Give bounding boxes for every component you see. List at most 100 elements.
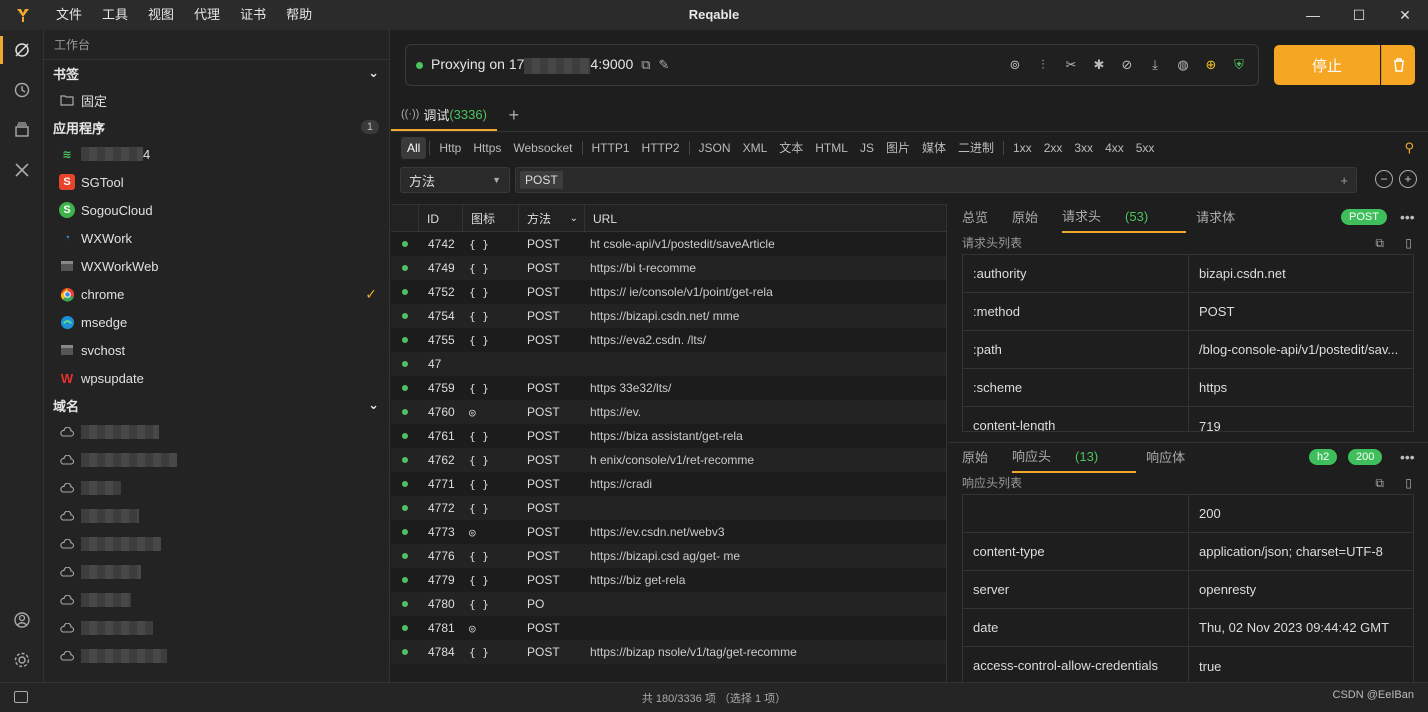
table-row[interactable]: 4755 { } POST https://eva2.csdn. /lts/ xyxy=(391,328,946,352)
table-row[interactable]: 4779 { } POST https://biz get-rela xyxy=(391,568,946,592)
apps-section[interactable]: 应用程序 1 xyxy=(44,114,389,140)
tab-request-headers[interactable]: 请求头 (53) xyxy=(1062,203,1187,233)
menu-tools[interactable]: 工具 xyxy=(92,0,138,30)
filter-6[interactable]: JSON xyxy=(693,137,737,159)
debug-icon[interactable]: ✱ xyxy=(1090,56,1108,74)
rewrite-icon[interactable]: ✂ xyxy=(1062,56,1080,74)
app-item[interactable]: S SogouCloud xyxy=(44,196,389,224)
header-row[interactable]: date Thu, 02 Nov 2023 09:44:42 GMT xyxy=(963,608,1413,647)
copy-icon[interactable]: ⧉ xyxy=(1375,472,1384,494)
filter-input[interactable]: POST + xyxy=(515,167,1357,193)
table-row[interactable]: 4784 { } POST https://bizap nsole/v1/tag/ge… xyxy=(391,640,946,664)
remove-filter-icon[interactable]: − xyxy=(1375,170,1393,188)
breakpoint-icon[interactable]: ⫶ xyxy=(1034,56,1052,74)
tab-request-body[interactable]: 请求体 xyxy=(1196,204,1249,232)
filter-8[interactable]: 文本 xyxy=(773,137,809,159)
search-icon[interactable]: ⚲ xyxy=(1404,140,1414,156)
filter-1[interactable]: Http xyxy=(433,137,467,159)
app-item[interactable]: W wpsupdate xyxy=(44,364,389,392)
filter-chip[interactable]: POST xyxy=(520,171,563,189)
header-row[interactable]: :scheme https xyxy=(963,368,1413,407)
domain-item[interactable] xyxy=(44,586,389,614)
filter-4[interactable]: HTTP1 xyxy=(586,137,636,159)
table-row[interactable]: 4781 ◎ POST xyxy=(391,616,946,640)
menu-view[interactable]: 视图 xyxy=(138,0,184,30)
table-row[interactable]: 4762 { } POST h enix/console/v1/ret-recomme xyxy=(391,448,946,472)
tab-response-raw[interactable]: 原始 xyxy=(962,444,1002,472)
trash-icon[interactable] xyxy=(1381,45,1415,85)
shield-icon[interactable]: ⛨ xyxy=(1230,56,1248,74)
app-item[interactable]: ≋ 4 xyxy=(44,140,389,168)
more-icon[interactable]: ••• xyxy=(1400,209,1415,225)
ssl-icon[interactable]: ⊚ xyxy=(1006,56,1024,74)
filter-3[interactable]: Websocket xyxy=(507,137,578,159)
add-filter-icon[interactable]: + xyxy=(1399,170,1417,188)
header-row[interactable]: 200 xyxy=(963,494,1413,533)
header-row[interactable]: server openresty xyxy=(963,570,1413,609)
table-row[interactable]: 47 xyxy=(391,352,946,376)
history-icon[interactable] xyxy=(0,70,44,110)
app-item[interactable]: ◔ WXWork xyxy=(44,224,389,252)
copy-icon[interactable]: ⧉ xyxy=(1375,232,1384,254)
copy-icon[interactable]: ⧉ xyxy=(641,57,650,73)
menu-cert[interactable]: 证书 xyxy=(230,0,276,30)
domain-item[interactable] xyxy=(44,614,389,642)
tab-response-headers[interactable]: 响应头 (13) xyxy=(1012,444,1137,473)
header-row[interactable]: access-control-allow-credentials true xyxy=(963,647,1413,682)
header-row[interactable]: content-type application/json; charset=UT… xyxy=(963,532,1413,571)
filter-12[interactable]: 媒体 xyxy=(916,137,952,159)
grid-header-icon[interactable]: 图标 xyxy=(463,205,519,231)
domain-item[interactable] xyxy=(44,642,389,670)
filter-14[interactable]: 1xx xyxy=(1007,137,1038,159)
chevron-down-icon[interactable]: ⌄ xyxy=(368,65,379,81)
header-row[interactable]: content-length 719 xyxy=(963,407,1413,431)
close-icon[interactable]: ✕ xyxy=(1382,0,1428,30)
collection-icon[interactable] xyxy=(0,110,44,150)
domain-item[interactable] xyxy=(44,558,389,586)
account-icon[interactable] xyxy=(0,600,44,640)
table-row[interactable]: 4749 { } POST https://bi t-recomme xyxy=(391,256,946,280)
domains-section[interactable]: 域名 ⌄ xyxy=(44,392,389,418)
filter-5[interactable]: HTTP2 xyxy=(636,137,686,159)
app-item[interactable]: chrome ✓ xyxy=(44,280,389,308)
header-row[interactable]: :authority bizapi.csdn.net xyxy=(963,255,1413,293)
filter-9[interactable]: HTML xyxy=(809,137,854,159)
app-item[interactable]: svchost xyxy=(44,336,389,364)
menu-help[interactable]: 帮助 xyxy=(276,0,322,30)
tools-icon[interactable] xyxy=(0,150,44,190)
filter-16[interactable]: 3xx xyxy=(1068,137,1099,159)
settings-icon[interactable] xyxy=(0,640,44,680)
tab-overview[interactable]: 总览 xyxy=(962,204,1002,232)
filter-2[interactable]: Https xyxy=(467,137,507,159)
table-row[interactable]: 4772 { } POST xyxy=(391,496,946,520)
maximize-icon[interactable]: ☐ xyxy=(1336,0,1382,30)
tab-response-body[interactable]: 响应体 xyxy=(1146,444,1199,472)
table-row[interactable]: 4780 { } PO xyxy=(391,592,946,616)
domain-item[interactable] xyxy=(44,502,389,530)
plus-icon[interactable]: + xyxy=(1340,173,1348,188)
tab-raw[interactable]: 原始 xyxy=(1012,204,1052,232)
table-row[interactable]: 4773 ◎ POST https://ev.csdn.net/webv3 xyxy=(391,520,946,544)
tab-debug[interactable]: ((·)) 调试 (3336) xyxy=(391,99,497,131)
filter-11[interactable]: 图片 xyxy=(880,137,916,159)
table-row[interactable]: 4759 { } POST https 33e32/lts/ xyxy=(391,376,946,400)
filter-15[interactable]: 2xx xyxy=(1038,137,1069,159)
bookmarks-section[interactable]: 书签 ⌄ xyxy=(44,60,389,86)
app-item[interactable]: WXWorkWeb xyxy=(44,252,389,280)
table-row[interactable]: 4760 ◎ POST https://ev. xyxy=(391,400,946,424)
domain-item[interactable] xyxy=(44,530,389,558)
pane-divider[interactable] xyxy=(948,442,1428,443)
bookmark-item[interactable]: 固定 xyxy=(44,86,389,114)
filter-7[interactable]: XML xyxy=(737,137,774,159)
workbench-icon[interactable] xyxy=(0,30,44,70)
table-row[interactable]: 4771 { } POST https://cradi xyxy=(391,472,946,496)
chevron-down-icon[interactable]: ⌄ xyxy=(368,397,379,413)
app-item[interactable]: msedge xyxy=(44,308,389,336)
filter-0[interactable]: All xyxy=(401,137,427,159)
method-select[interactable]: 方法 ▼ xyxy=(400,167,510,193)
menu-proxy[interactable]: 代理 xyxy=(184,0,230,30)
domain-item[interactable] xyxy=(44,418,389,446)
document-icon[interactable]: ▯ xyxy=(1405,232,1412,254)
domain-item[interactable] xyxy=(44,474,389,502)
filter-18[interactable]: 5xx xyxy=(1130,137,1161,159)
